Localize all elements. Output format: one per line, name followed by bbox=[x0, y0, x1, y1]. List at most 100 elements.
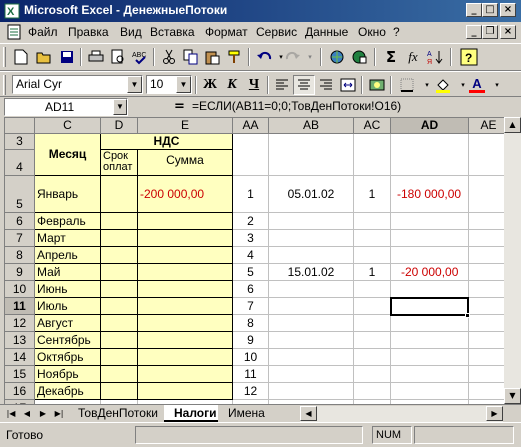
cell-empty[interactable] bbox=[469, 298, 509, 315]
row-header-9[interactable]: 9 bbox=[5, 264, 35, 281]
payment-term-cell[interactable] bbox=[101, 298, 138, 315]
cell-empty[interactable] bbox=[354, 134, 391, 176]
web-icon[interactable] bbox=[348, 46, 370, 68]
col-header-aa[interactable]: AA bbox=[233, 118, 269, 134]
ac-cell[interactable]: 1 bbox=[354, 176, 391, 213]
amount-cell[interactable] bbox=[138, 281, 233, 298]
amount-cell[interactable] bbox=[138, 213, 233, 230]
amount-cell[interactable] bbox=[138, 264, 233, 281]
ab-cell[interactable]: 15.01.02 bbox=[269, 264, 354, 281]
first-sheet-icon[interactable]: |◀ bbox=[4, 406, 18, 421]
fill-color-icon[interactable] bbox=[432, 75, 454, 95]
month-cell[interactable]: Октябрь bbox=[35, 349, 101, 366]
function-icon[interactable]: fx bbox=[402, 46, 424, 68]
menu-help[interactable]: ? bbox=[393, 25, 400, 39]
header-month[interactable]: Месяц bbox=[35, 134, 101, 176]
aa-cell[interactable]: 11 bbox=[233, 366, 269, 383]
excel-app-icon[interactable]: X bbox=[4, 3, 20, 19]
amount-cell[interactable] bbox=[138, 298, 233, 315]
header-payment-term[interactable]: Срок оплат bbox=[101, 150, 138, 176]
col-header-ae[interactable]: AE bbox=[469, 118, 509, 134]
vertical-scrollbar[interactable]: ▲ ▼ bbox=[504, 117, 521, 404]
col-header-ad[interactable]: AD bbox=[391, 118, 469, 134]
select-all-corner[interactable] bbox=[5, 118, 35, 134]
scroll-down-icon[interactable]: ▼ bbox=[504, 388, 521, 404]
aa-cell[interactable]: 9 bbox=[233, 332, 269, 349]
cell-empty[interactable] bbox=[391, 134, 469, 176]
cell-empty[interactable] bbox=[469, 134, 509, 176]
paste-icon[interactable] bbox=[202, 46, 224, 68]
col-header-ac[interactable]: AC bbox=[354, 118, 391, 134]
row-header-5[interactable]: 5 bbox=[5, 176, 35, 213]
amount-cell[interactable] bbox=[138, 366, 233, 383]
cell-empty[interactable] bbox=[269, 213, 354, 230]
menu-edit[interactable]: Правка bbox=[68, 25, 109, 39]
cell-empty[interactable] bbox=[354, 332, 391, 349]
spelling-icon[interactable]: ABC bbox=[129, 46, 151, 68]
month-cell[interactable]: Август bbox=[35, 315, 101, 332]
col-header-ab[interactable]: AB bbox=[269, 118, 354, 134]
doc-close-button[interactable]: × bbox=[500, 25, 516, 39]
aa-cell[interactable]: 3 bbox=[233, 230, 269, 247]
last-sheet-icon[interactable]: ▶| bbox=[52, 406, 66, 421]
row-header-14[interactable]: 14 bbox=[5, 349, 35, 366]
row-header-7[interactable]: 7 bbox=[5, 230, 35, 247]
aa-cell[interactable]: 1 bbox=[233, 176, 269, 213]
redo-dropdown-icon[interactable]: ▾ bbox=[299, 46, 321, 68]
formula-input[interactable]: =ЕСЛИ(AB11=0;0;ТовДенПотоки!O16) bbox=[192, 99, 401, 113]
cell-empty[interactable] bbox=[354, 349, 391, 366]
row-header-12[interactable]: 12 bbox=[5, 315, 35, 332]
save-icon[interactable] bbox=[56, 46, 78, 68]
cell-empty[interactable] bbox=[469, 383, 509, 400]
row-header-10[interactable]: 10 bbox=[5, 281, 35, 298]
payment-term-cell[interactable] bbox=[101, 366, 138, 383]
chevron-down-icon[interactable]: ▼ bbox=[127, 76, 142, 93]
borders-icon[interactable] bbox=[396, 75, 418, 95]
amount-cell[interactable] bbox=[138, 315, 233, 332]
print-icon[interactable] bbox=[85, 46, 107, 68]
row-header-3[interactable]: 3 bbox=[5, 134, 35, 150]
payment-term-cell[interactable] bbox=[101, 315, 138, 332]
doc-minimize-button[interactable]: _ bbox=[466, 25, 482, 39]
menu-window[interactable]: Окно bbox=[358, 25, 386, 39]
merge-center-button[interactable] bbox=[337, 75, 359, 95]
month-cell[interactable]: Февраль bbox=[35, 213, 101, 230]
aa-cell[interactable]: 6 bbox=[233, 281, 269, 298]
scroll-right-icon[interactable]: ▶ bbox=[486, 406, 503, 421]
cell-empty[interactable] bbox=[391, 366, 469, 383]
cell-empty[interactable] bbox=[354, 298, 391, 315]
cell-empty[interactable] bbox=[469, 281, 509, 298]
payment-term-cell[interactable] bbox=[101, 247, 138, 264]
row-header-16[interactable]: 16 bbox=[5, 383, 35, 400]
month-cell[interactable]: Июнь bbox=[35, 281, 101, 298]
cell-empty[interactable] bbox=[469, 213, 509, 230]
format-painter-icon[interactable] bbox=[224, 46, 246, 68]
fill-handle[interactable] bbox=[465, 313, 470, 318]
sheet-tab-names[interactable]: Имена bbox=[218, 405, 275, 422]
scroll-up-icon[interactable]: ▲ bbox=[504, 117, 521, 133]
cell-empty[interactable] bbox=[269, 134, 354, 176]
month-cell[interactable]: Май bbox=[35, 264, 101, 281]
cell-empty[interactable] bbox=[391, 247, 469, 264]
currency-icon[interactable] bbox=[366, 75, 388, 95]
chevron-down-icon[interactable]: ▼ bbox=[176, 76, 191, 93]
cell-empty[interactable] bbox=[391, 315, 469, 332]
cell-empty[interactable] bbox=[269, 332, 354, 349]
cell-empty[interactable] bbox=[354, 383, 391, 400]
row-header-4[interactable]: 4 bbox=[5, 150, 35, 176]
col-header-e[interactable]: E bbox=[138, 118, 233, 134]
copy-icon[interactable] bbox=[180, 46, 202, 68]
next-sheet-icon[interactable]: ▶ bbox=[36, 406, 50, 421]
cell-empty[interactable] bbox=[269, 247, 354, 264]
align-center-button[interactable] bbox=[293, 75, 315, 95]
chevron-down-icon[interactable]: ▼ bbox=[113, 99, 127, 115]
toolbar-grip[interactable] bbox=[3, 47, 6, 67]
cell-empty[interactable] bbox=[269, 298, 354, 315]
ad-cell[interactable]: -20 000,00 bbox=[391, 264, 469, 281]
workbook-icon[interactable] bbox=[6, 24, 22, 40]
worksheet-grid[interactable]: C D E AA AB AC AD AE 3 4 5 6 7 8 9 10 11… bbox=[4, 117, 521, 404]
cell-empty[interactable] bbox=[391, 383, 469, 400]
underline-button[interactable]: Ч bbox=[243, 75, 265, 95]
row-header-15[interactable]: 15 bbox=[5, 366, 35, 383]
help-icon[interactable]: ? bbox=[458, 46, 480, 68]
